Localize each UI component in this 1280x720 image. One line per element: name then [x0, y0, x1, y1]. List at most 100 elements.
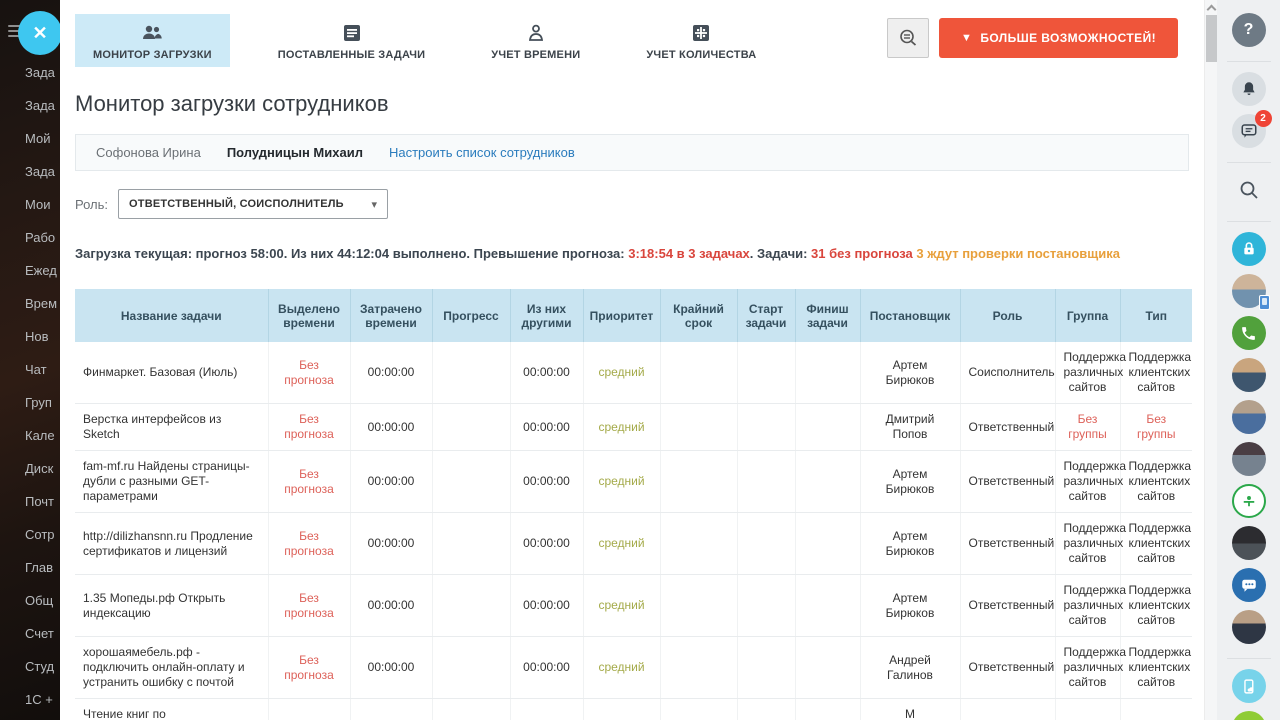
cell-spent: 00:00:00 — [350, 404, 432, 451]
column-header: Постановщик — [860, 289, 960, 342]
group-chat-button[interactable] — [1232, 568, 1266, 602]
search-button[interactable] — [1232, 173, 1266, 207]
table-header-row: Название задачиВыделено времениЗатрачено… — [75, 289, 1192, 342]
tab-uchet-kolichestva[interactable]: УЧЕТ КОЛИЧЕСТВА — [628, 14, 774, 67]
employee-tab-poludnitsyn[interactable]: Полудницын Михаил — [227, 145, 363, 160]
rail-divider — [1227, 658, 1271, 659]
vertical-scrollbar[interactable] — [1204, 0, 1217, 720]
cell-allocated: Без прогноза — [268, 342, 350, 404]
sidebar-item[interactable]: Нов — [0, 320, 60, 353]
sidebar-item[interactable]: Ежед — [0, 254, 60, 287]
cell-priority: средний — [583, 513, 660, 575]
sidebar-item[interactable]: Врем — [0, 287, 60, 320]
sidebar-item[interactable]: Студ — [0, 650, 60, 683]
scrollbar-thumb[interactable] — [1206, 15, 1217, 62]
contact-avatar[interactable] — [1232, 610, 1266, 644]
person-logo-icon — [1240, 492, 1258, 510]
cell-name: fam-mf.ru Найдены страницы-дубли с разны… — [75, 451, 268, 513]
sidebar-close-button[interactable]: ✕ — [18, 11, 60, 55]
cell-spent: 00:00:00 — [350, 575, 432, 637]
configure-employees-link[interactable]: Настроить список сотрудников — [389, 145, 575, 160]
phone-call-button[interactable] — [1232, 316, 1266, 350]
chat-button[interactable]: 2 — [1232, 114, 1266, 148]
contact-avatar[interactable] — [1232, 526, 1266, 560]
tab-monitor-zagruzki[interactable]: МОНИТОР ЗАГРУЗКИ — [75, 14, 230, 67]
tab-postavlennye-zadachi[interactable]: ПОСТАВЛЕННЫЕ ЗАДАЧИ — [260, 14, 444, 67]
cell-assigner: Артем Бирюков — [860, 451, 960, 513]
table-row[interactable]: Верстка интерфейсов из SketchБез прогноз… — [75, 404, 1192, 451]
bell-icon — [1240, 80, 1258, 98]
sidebar-item[interactable]: 1С + — [0, 683, 60, 716]
callback-button[interactable] — [1232, 711, 1266, 720]
cell-role: Соисполнитель — [960, 342, 1055, 404]
sidebar-item[interactable]: Почт — [0, 485, 60, 518]
sidebar-item[interactable]: Рабо — [0, 221, 60, 254]
more-features-button[interactable]: ▼ БОЛЬШЕ ВОЗМОЖНОСТЕЙ! — [939, 18, 1178, 58]
role-select[interactable]: ответственный, соисполнитель ▾ — [118, 189, 388, 219]
cell-deadline — [660, 451, 737, 513]
table-row[interactable]: Чтение книг поМ — [75, 699, 1192, 720]
sidebar-item[interactable]: Зада — [0, 155, 60, 188]
cell-finish — [795, 342, 860, 404]
summary-segment: . — [750, 246, 757, 261]
table-row[interactable]: хорошаямебель.рф - подключить онлайн-опл… — [75, 637, 1192, 699]
notifications-button[interactable] — [1232, 72, 1266, 106]
search-settings-button[interactable] — [887, 18, 929, 58]
sidebar-item[interactable]: Диск — [0, 452, 60, 485]
column-header: Старт задачи — [737, 289, 795, 342]
grid-icon — [646, 22, 756, 44]
table-row[interactable]: http://dilizhansnn.ru Продление сертифик… — [75, 513, 1192, 575]
cell-others: 00:00:00 — [510, 513, 583, 575]
cell-type: Поддержка клиентских сайтов — [1120, 342, 1192, 404]
lock-button[interactable] — [1232, 232, 1266, 266]
cell-finish — [795, 575, 860, 637]
sidebar-item[interactable]: Кале — [0, 419, 60, 452]
sidebar-item[interactable]: Груп — [0, 386, 60, 419]
sidebar-item[interactable]: Зада — [0, 89, 60, 122]
cell-priority: средний — [583, 404, 660, 451]
cell-start — [737, 637, 795, 699]
contact-avatar[interactable] — [1232, 400, 1266, 434]
contact-avatar[interactable] — [1232, 358, 1266, 392]
cell-allocated: Без прогноза — [268, 513, 350, 575]
tab-uchet-vremeni[interactable]: УЧЕТ ВРЕМЕНИ — [473, 14, 598, 67]
contact-avatar[interactable] — [1232, 274, 1266, 308]
company-logo-button[interactable] — [1232, 484, 1266, 518]
table-row[interactable]: 1.35 Мопеды.рф Открыть индексациюБез про… — [75, 575, 1192, 637]
cell-type: Поддержка клиентских сайтов — [1120, 451, 1192, 513]
sidebar-item[interactable]: Зада — [0, 56, 60, 89]
column-header: Крайний срок — [660, 289, 737, 342]
question-icon: ? — [1244, 21, 1254, 39]
cell-finish — [795, 404, 860, 451]
contact-avatar[interactable] — [1232, 442, 1266, 476]
table-row[interactable]: Финмаркет. Базовая (Июль)Без прогноза00:… — [75, 342, 1192, 404]
table-row[interactable]: fam-mf.ru Найдены страницы-дубли с разны… — [75, 451, 1192, 513]
chevron-down-icon: ▾ — [371, 198, 377, 211]
sidebar-item[interactable]: Глав — [0, 551, 60, 584]
cell-start — [737, 404, 795, 451]
sidebar-item[interactable]: Мои — [0, 188, 60, 221]
cell-group: Поддержка различных сайтов — [1055, 637, 1120, 699]
column-header: Название задачи — [75, 289, 268, 342]
rail-divider — [1227, 221, 1271, 222]
scrollbar-up-arrow-icon[interactable] — [1208, 4, 1215, 11]
cell-deadline — [660, 513, 737, 575]
column-header: Роль — [960, 289, 1055, 342]
sidebar-item[interactable]: Чат — [0, 353, 60, 386]
sidebar-item[interactable]: Мой — [0, 122, 60, 155]
sidebar-item[interactable]: Счет — [0, 617, 60, 650]
cell-deadline — [660, 342, 737, 404]
smartphone-cloud-icon — [1240, 678, 1257, 695]
employee-tabs-strip: Софонова Ирина Полудницын Михаил Настрои… — [75, 134, 1189, 171]
person-icon — [491, 22, 580, 44]
mobile-app-button[interactable] — [1232, 669, 1266, 703]
cell-name: 1.35 Мопеды.рф Открыть индексацию — [75, 575, 268, 637]
cell-type: Поддержка клиентских сайтов — [1120, 513, 1192, 575]
help-button[interactable]: ? — [1232, 13, 1266, 47]
mobile-status-icon — [1259, 295, 1270, 310]
cell-type: Поддержка клиентских сайтов — [1120, 637, 1192, 699]
employee-tab-sofonova[interactable]: Софонова Ирина — [96, 145, 201, 160]
sidebar-item[interactable]: Сотр — [0, 518, 60, 551]
sidebar-item[interactable]: Общ — [0, 584, 60, 617]
cell-group: Поддержка различных сайтов — [1055, 451, 1120, 513]
